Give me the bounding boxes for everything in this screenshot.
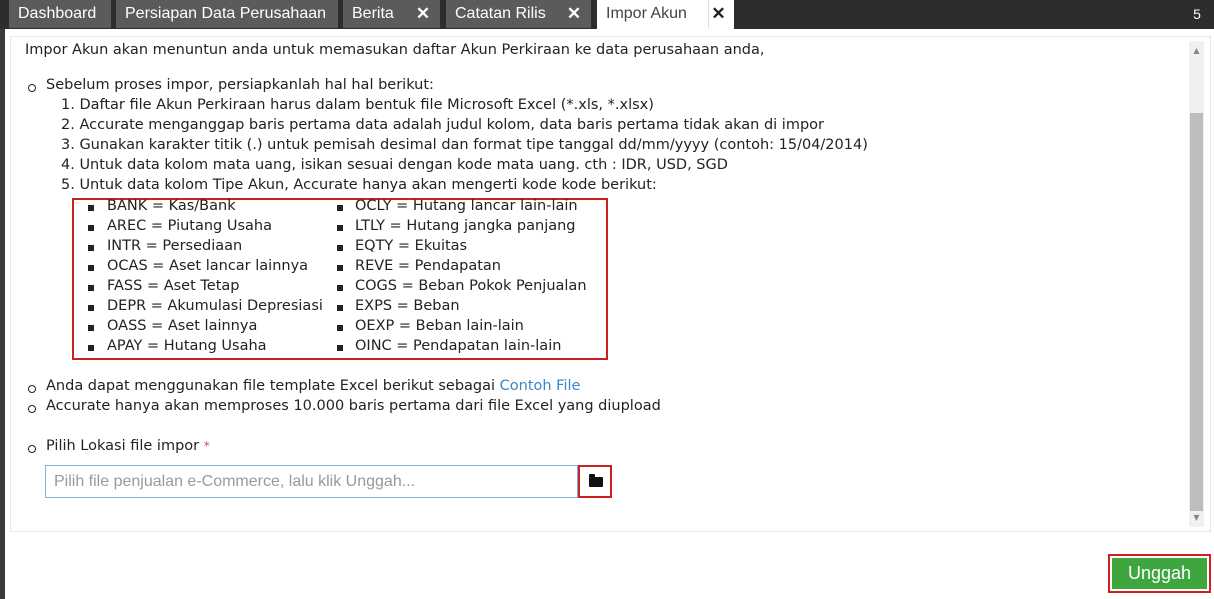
tab-count-badge[interactable]: 5: [1186, 0, 1208, 28]
account-type-item: DEPR = Akumulasi Depresiasi: [107, 298, 323, 314]
scroll-up-icon[interactable]: ▲: [1189, 43, 1204, 58]
file-location-label: Pilih Lokasi file impor *: [46, 438, 210, 454]
tab-label: Dashboard: [18, 5, 97, 22]
bullet-circle-icon: [28, 385, 36, 393]
file-location-label-text: Pilih Lokasi file impor: [46, 438, 200, 454]
account-type-item: COGS = Beban Pokok Penjualan: [355, 278, 587, 294]
bullet-circle-icon: [28, 84, 36, 92]
account-type-item: FASS = Aset Tetap: [107, 278, 240, 294]
tab-berita[interactable]: Berita ✕: [343, 0, 440, 28]
template-text: Anda dapat menggunakan file template Exc…: [46, 378, 580, 394]
account-type-item: OASS = Aset lainnya: [107, 318, 258, 334]
example-file-link[interactable]: Contoh File: [500, 378, 581, 394]
square-bullet-icon: [88, 285, 94, 291]
account-type-item: OEXP = Beban lain-lain: [355, 318, 524, 334]
tab-persiapan-data-perusahaan[interactable]: Persiapan Data Perusahaan: [116, 0, 338, 28]
square-bullet-icon: [337, 345, 343, 351]
scroll-thumb[interactable]: [1190, 113, 1203, 511]
account-type-item: LTLY = Hutang jangka panjang: [355, 218, 576, 234]
template-label: Anda dapat menggunakan file template Exc…: [46, 378, 496, 394]
account-type-item: EXPS = Beban: [355, 298, 460, 314]
upload-button[interactable]: Unggah: [1112, 558, 1207, 589]
row-limit-text: Accurate hanya akan memproses 10.000 bar…: [46, 398, 661, 414]
step-4: 4. Untuk data kolom mata uang, isikan se…: [61, 157, 728, 173]
step-5: 5. Untuk data kolom Tipe Akun, Accurate …: [61, 177, 657, 193]
upload-button-highlight: Unggah: [1108, 554, 1211, 593]
square-bullet-icon: [337, 325, 343, 331]
bullet-circle-icon: [28, 445, 36, 453]
account-type-item: AREC = Piutang Usaha: [107, 218, 272, 234]
account-type-item: INTR = Persediaan: [107, 238, 243, 254]
vertical-scrollbar[interactable]: ▲ ▼: [1189, 41, 1204, 527]
square-bullet-icon: [337, 205, 343, 211]
account-type-item: REVE = Pendapatan: [355, 258, 501, 274]
tab-label: Catatan Rilis: [455, 5, 546, 22]
file-path-placeholder: Pilih file penjualan e-Commerce, lalu kl…: [54, 473, 416, 490]
square-bullet-icon: [337, 265, 343, 271]
bullet-circle-icon: [28, 405, 36, 413]
square-bullet-icon: [88, 265, 94, 271]
square-bullet-icon: [337, 225, 343, 231]
folder-icon: [589, 474, 603, 487]
square-bullet-icon: [88, 205, 94, 211]
close-icon[interactable]: ✕: [708, 0, 728, 28]
browse-file-button[interactable]: [578, 465, 612, 498]
step-2: 2. Accurate menganggap baris pertama dat…: [61, 117, 824, 133]
step-1: 1. Daftar file Akun Perkiraan harus dala…: [61, 97, 654, 113]
tab-label: Berita: [352, 5, 394, 22]
account-type-item: OCAS = Aset lancar lainnya: [107, 258, 309, 274]
tab-label: Persiapan Data Perusahaan: [125, 5, 327, 22]
scroll-down-icon[interactable]: ▼: [1189, 510, 1204, 525]
square-bullet-icon: [337, 305, 343, 311]
close-icon[interactable]: ✕: [413, 0, 433, 28]
file-path-input[interactable]: Pilih file penjualan e-Commerce, lalu kl…: [45, 465, 578, 498]
square-bullet-icon: [88, 245, 94, 251]
tab-catatan-rilis[interactable]: Catatan Rilis ✕: [446, 0, 591, 28]
square-bullet-icon: [88, 345, 94, 351]
tab-bar: Dashboard Persiapan Data Perusahaan Beri…: [0, 0, 1214, 29]
account-type-item: EQTY = Ekuitas: [355, 238, 468, 254]
square-bullet-icon: [88, 225, 94, 231]
account-type-item: OCLY = Hutang lancar lain-lain: [355, 198, 578, 214]
account-type-item: APAY = Hutang Usaha: [107, 338, 267, 354]
tab-impor-akun[interactable]: Impor Akun ✕: [597, 0, 734, 29]
square-bullet-icon: [337, 245, 343, 251]
square-bullet-icon: [337, 285, 343, 291]
account-type-item: BANK = Kas/Bank: [107, 198, 236, 214]
close-icon[interactable]: ✕: [564, 0, 584, 28]
step-3: 3. Gunakan karakter titik (.) untuk pemi…: [61, 137, 868, 153]
prep-heading: Sebelum proses impor, persiapkanlah hal …: [46, 77, 434, 93]
required-mark: *: [203, 439, 210, 453]
intro-text: Impor Akun akan menuntun anda untuk mema…: [25, 42, 765, 58]
tab-label: Impor Akun: [606, 5, 687, 22]
square-bullet-icon: [88, 325, 94, 331]
tab-dashboard[interactable]: Dashboard: [9, 0, 111, 28]
left-strip: [0, 29, 5, 599]
account-type-item: OINC = Pendapatan lain-lain: [355, 338, 562, 354]
square-bullet-icon: [88, 305, 94, 311]
